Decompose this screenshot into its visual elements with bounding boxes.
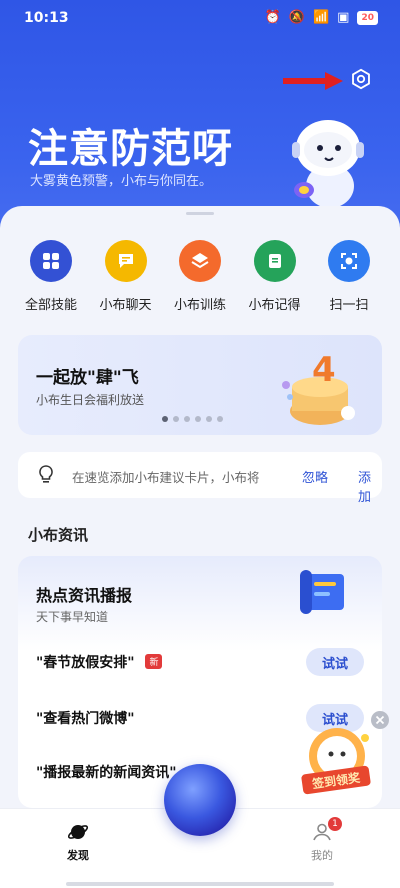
banner-title: 一起放"肆"飞 [36, 368, 139, 388]
drag-handle[interactable] [186, 212, 214, 215]
news-item[interactable]: "查看热门微博" [36, 708, 135, 728]
add-button[interactable]: 添加 [358, 467, 382, 505]
skill-remember[interactable]: 小布记得 [238, 240, 312, 313]
voice-assistant-button[interactable] [164, 764, 236, 836]
banner-pagination [162, 416, 223, 422]
hero-title: 注意防范呀 [28, 126, 233, 172]
settings-icon[interactable] [350, 68, 372, 90]
notification-badge: 1 [328, 817, 342, 831]
skill-label: 扫一扫 [329, 298, 369, 313]
news-card-subtitle: 天下事早知道 [36, 610, 109, 624]
sim-icon: ▣ [337, 10, 350, 25]
pagination-dot[interactable] [184, 416, 190, 422]
mute-icon: 🔕 [288, 10, 305, 25]
news-item[interactable]: "播报最新的新闻资讯" [36, 762, 177, 782]
skills-row: 全部技能 小布聊天 小布训练 小布记得 扫一扫 [14, 240, 386, 313]
grid-icon [30, 240, 72, 282]
hero-subtitle: 大雾黄色预警，小布与你同在。 [30, 174, 213, 189]
close-icon[interactable] [371, 711, 389, 729]
news-item-text: "查看热门微博" [36, 711, 135, 727]
suggestion-card: 在速览添加小布建议卡片，小布将 忽略 添加 [18, 452, 382, 505]
wifi-icon: 📶 [312, 10, 330, 25]
svg-text:4: 4 [312, 350, 336, 390]
new-badge: 新 [145, 654, 163, 669]
planet-icon [67, 825, 89, 839]
gesture-bar [66, 882, 334, 886]
news-item[interactable]: "春节放假安排" 新 [36, 652, 163, 672]
skill-label: 小布聊天 [99, 298, 152, 313]
chat-icon [104, 240, 147, 282]
tab-discover[interactable]: 发现 [48, 821, 108, 863]
skill-label: 小布记得 [248, 298, 301, 313]
try-button[interactable]: 试试 [306, 648, 364, 676]
pagination-dot[interactable] [206, 416, 212, 422]
tab-mine[interactable]: 1 我的 [292, 817, 352, 863]
pagination-dot[interactable] [217, 416, 223, 422]
tab-label: 发现 [67, 849, 89, 862]
scan-icon [328, 240, 370, 282]
news-card-title: 热点资讯播报 [36, 586, 133, 605]
banner-subtitle: 小布生日会福利放送 [36, 393, 145, 407]
ignore-button[interactable]: 忽略 [302, 467, 328, 486]
skill-scan[interactable]: 扫一扫 [312, 240, 386, 313]
battery-icon: 20 [357, 10, 378, 25]
red-arrow-annotation [283, 72, 343, 90]
suggestion-text: 在速览添加小布建议卡片，小布将 [72, 470, 260, 485]
skill-training[interactable]: 小布训练 [163, 240, 237, 313]
robot-mascot-icon[interactable] [282, 108, 378, 208]
status-icons: ⏰ 🔕 📶 ▣ 20 [265, 10, 378, 25]
note-icon [253, 240, 296, 282]
alarm-icon: ⏰ [264, 10, 281, 25]
skill-all[interactable]: 全部技能 [14, 240, 88, 313]
news-item-text: "春节放假安排" [36, 655, 135, 671]
status-time: 10:13 [24, 10, 69, 26]
skill-label: 全部技能 [24, 298, 77, 313]
pagination-dot[interactable] [195, 416, 201, 422]
news-scroll-icon [300, 570, 344, 614]
pagination-dot[interactable] [173, 416, 179, 422]
birthday-cake-icon: 4 [282, 350, 355, 425]
tab-label: 我的 [311, 849, 333, 862]
skill-label: 小布训练 [173, 298, 226, 313]
layers-icon [179, 240, 221, 282]
skill-chat[interactable]: 小布聊天 [89, 240, 163, 313]
pagination-dot[interactable] [162, 416, 168, 422]
text-fade [254, 462, 288, 488]
section-title: 小布资讯 [28, 526, 89, 544]
status-bar: 10:13 ⏰ 🔕 📶 ▣ 20 [0, 0, 400, 36]
news-item-text: "播报最新的新闻资讯" [36, 765, 177, 781]
lightbulb-icon [39, 465, 53, 483]
